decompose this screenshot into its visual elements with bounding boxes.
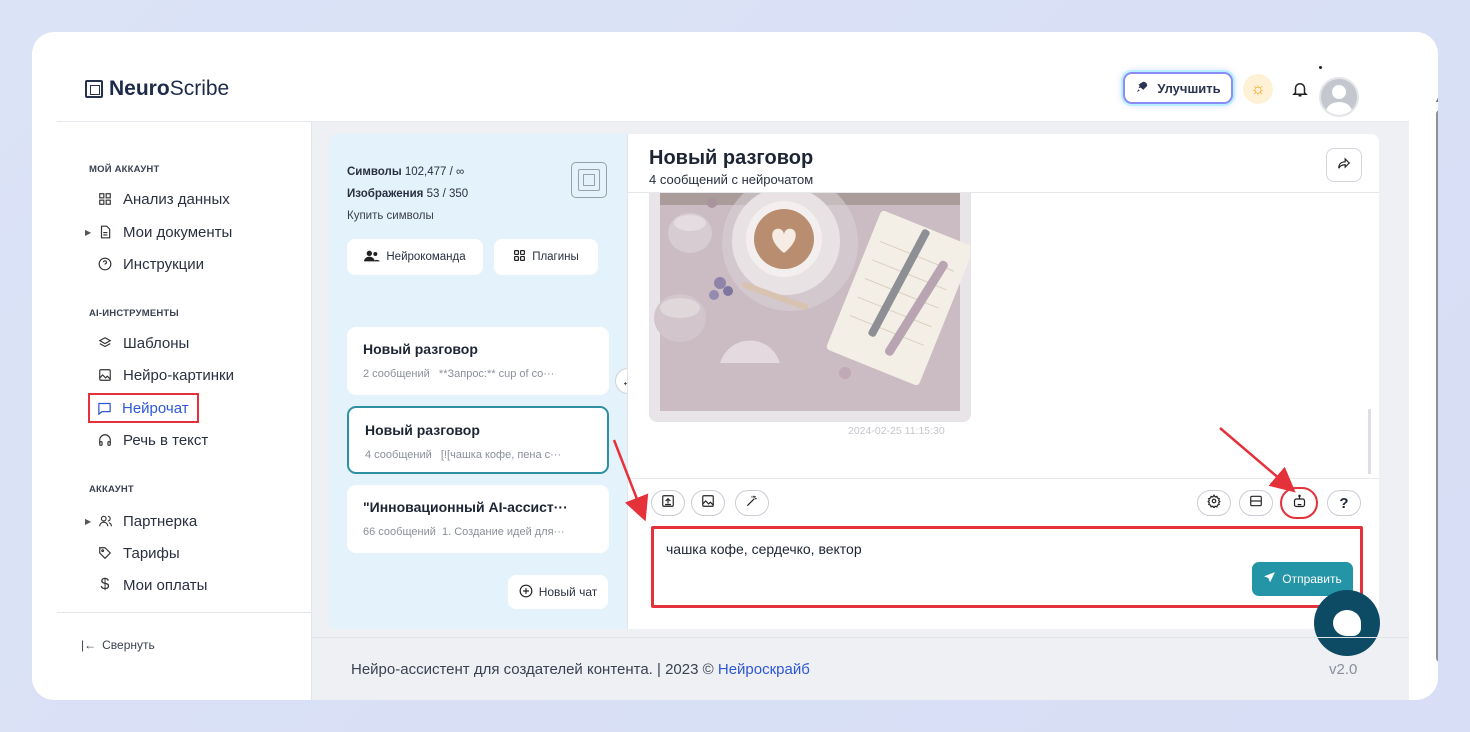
footer-link[interactable]: Нейроскрайб (718, 661, 810, 678)
conversation-item-selected[interactable]: Новый разговор 4 сообщений [![чашка кофе… (347, 406, 609, 474)
chat-subtitle: 4 сообщений с нейрочатом (649, 172, 814, 187)
robot-icon (1292, 494, 1307, 513)
tag-icon (97, 545, 113, 561)
section-title-account: АККАУНТ (89, 484, 134, 495)
sidebar-item-neurochat[interactable]: Нейрочат (88, 393, 199, 423)
generated-image[interactable] (649, 182, 971, 422)
users-icon (364, 250, 381, 265)
new-chat-button[interactable]: Новый чат (508, 575, 608, 609)
divider (628, 192, 1379, 193)
magic-wand-button[interactable] (735, 490, 769, 516)
sidebar-item-my-payments[interactable]: $ Мои оплаты (89, 574, 208, 596)
buy-symbols-link[interactable]: Купить символы (347, 205, 468, 227)
upload-icon (661, 494, 675, 512)
sidebar-item-speech-to-text[interactable]: Речь в текст (89, 429, 208, 451)
notification-dot (1319, 66, 1322, 69)
sidebar-divider (57, 612, 311, 613)
share-icon (1337, 156, 1351, 175)
sidebar-item-instructions[interactable]: Инструкции (89, 253, 204, 275)
neuro-team-button[interactable]: Нейрокоманда (347, 239, 483, 275)
dollar-icon: $ (100, 576, 110, 593)
upload-button[interactable] (651, 490, 685, 516)
sidebar-item-tariffs[interactable]: Тарифы (89, 542, 180, 564)
sidebar-item-my-documents[interactable]: ▶ Мои документы (85, 221, 232, 243)
messages-scrollbar[interactable] (1368, 409, 1371, 474)
support-chat-button[interactable] (1314, 590, 1380, 656)
image-icon (97, 367, 113, 383)
help-circle-icon (97, 256, 113, 272)
scroll-down-icon[interactable]: ▼ (1434, 688, 1438, 698)
headphones-icon (97, 432, 113, 448)
chat-bubble-icon (1333, 610, 1361, 636)
logo-icon (571, 162, 607, 198)
settings-button[interactable] (1197, 490, 1231, 516)
chat-list-panel: Символы 102,477 / ∞ Изображения 53 / 350… (329, 134, 627, 629)
scroll-up-icon[interactable]: ▲ (1434, 94, 1438, 104)
bot-button[interactable] (1280, 487, 1318, 519)
sidebar-item-data-analysis[interactable]: Анализ данных (89, 188, 230, 210)
usage-stats: Символы 102,477 / ∞ Изображения 53 / 350… (347, 161, 468, 227)
gear-icon (1207, 494, 1221, 512)
section-title-my-account: МОЙ АККАУНТ (89, 164, 160, 175)
rocket-icon (1135, 80, 1149, 97)
sidebar: МОЙ АККАУНТ Анализ данных ▶ Мои документ… (57, 122, 311, 700)
upgrade-button[interactable]: Улучшить (1123, 72, 1233, 104)
document-icon (97, 224, 113, 240)
image-icon (701, 494, 715, 512)
layout-button[interactable] (1239, 490, 1273, 516)
page-title: Новый разговор (649, 147, 814, 169)
chat-icon (96, 400, 112, 416)
sidebar-item-templates[interactable]: Шаблоны (89, 332, 189, 354)
logo[interactable]: NeuroScribe (85, 77, 229, 101)
image-button[interactable] (691, 490, 725, 516)
help-button[interactable]: ? (1327, 490, 1361, 516)
caret-right-icon: ▶ (85, 227, 92, 237)
grid-icon (97, 191, 113, 207)
panel-icon (1249, 494, 1263, 512)
conversation-item[interactable]: Новый разговор 2 сообщений **Запрос:** c… (347, 327, 609, 395)
avatar[interactable] (1319, 77, 1359, 117)
sidebar-item-partners[interactable]: ▶ Партнерка (85, 510, 197, 532)
grid-icon (513, 249, 526, 265)
collapse-button[interactable]: |← Свернуть (81, 638, 155, 652)
layers-icon (97, 335, 113, 351)
bell-icon[interactable] (1287, 76, 1313, 102)
plus-circle-icon (519, 584, 533, 601)
conversation-item[interactable]: "Инновационный AI-ассист··· 66 сообщений… (347, 485, 609, 553)
chat-panel: 2024-02-25 11:15:30 Новый разговор 4 соо… (627, 134, 1379, 629)
users-icon (97, 513, 113, 529)
collapse-arrow-icon: |← (81, 638, 97, 652)
divider (311, 637, 1409, 638)
caret-right-icon: ▶ (85, 516, 92, 526)
message-timestamp: 2024-02-25 11:15:30 (848, 425, 945, 437)
plugins-button[interactable]: Плагины (494, 239, 598, 275)
app-window: NeuroScribe Улучшить ☼ МОЙ АККАУНТ Анали… (32, 32, 1438, 700)
page-scrollbar[interactable] (1436, 110, 1438, 662)
version-label: v2.0 (1329, 661, 1358, 678)
footer-text: Нейро-ассистент для создателей контента.… (351, 661, 810, 678)
section-title-ai-tools: AI-ИНСТРУМЕНТЫ (89, 308, 179, 319)
theme-toggle-sun-icon[interactable]: ☼ (1243, 74, 1273, 104)
sidebar-item-neuro-images[interactable]: Нейро-картинки (89, 364, 234, 386)
share-button[interactable] (1326, 148, 1362, 182)
divider (628, 478, 1379, 479)
top-header: NeuroScribe Улучшить ☼ (57, 32, 1409, 122)
magic-wand-icon (745, 494, 759, 512)
send-icon (1263, 571, 1276, 587)
logo-icon (85, 80, 103, 98)
